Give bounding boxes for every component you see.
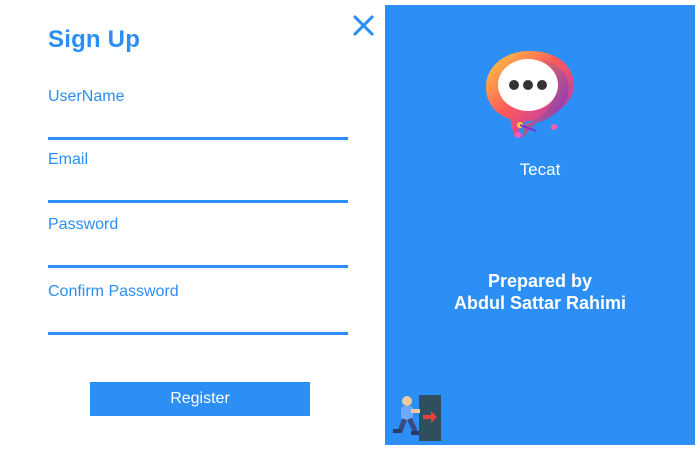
- password-label: Password: [48, 216, 119, 233]
- branding-panel: Tecat Prepared by Abdul Sattar Rahimi: [385, 5, 695, 445]
- register-button[interactable]: Register: [90, 382, 310, 416]
- email-input[interactable]: [48, 174, 348, 203]
- signup-form-panel: Sign Up UserName Email Password Confirm …: [0, 0, 385, 450]
- credit-line-1: Prepared by: [487, 271, 593, 291]
- chat-bubble-logo: [486, 51, 574, 139]
- username-label: UserName: [48, 88, 125, 105]
- confirm-password-input[interactable]: [48, 306, 348, 335]
- exit-door-icon[interactable]: [387, 393, 443, 443]
- close-icon[interactable]: [352, 14, 374, 36]
- app-name: Tecat: [519, 160, 561, 179]
- credit-line-2: Abdul Sattar Rahimi: [453, 293, 627, 313]
- password-input[interactable]: [48, 239, 348, 268]
- credit-text: Prepared by Abdul Sattar Rahimi: [385, 270, 695, 314]
- form-title: Sign Up: [48, 26, 141, 53]
- username-input[interactable]: [48, 111, 348, 140]
- email-label: Email: [48, 151, 89, 168]
- confirm-password-label: Confirm Password: [48, 283, 179, 300]
